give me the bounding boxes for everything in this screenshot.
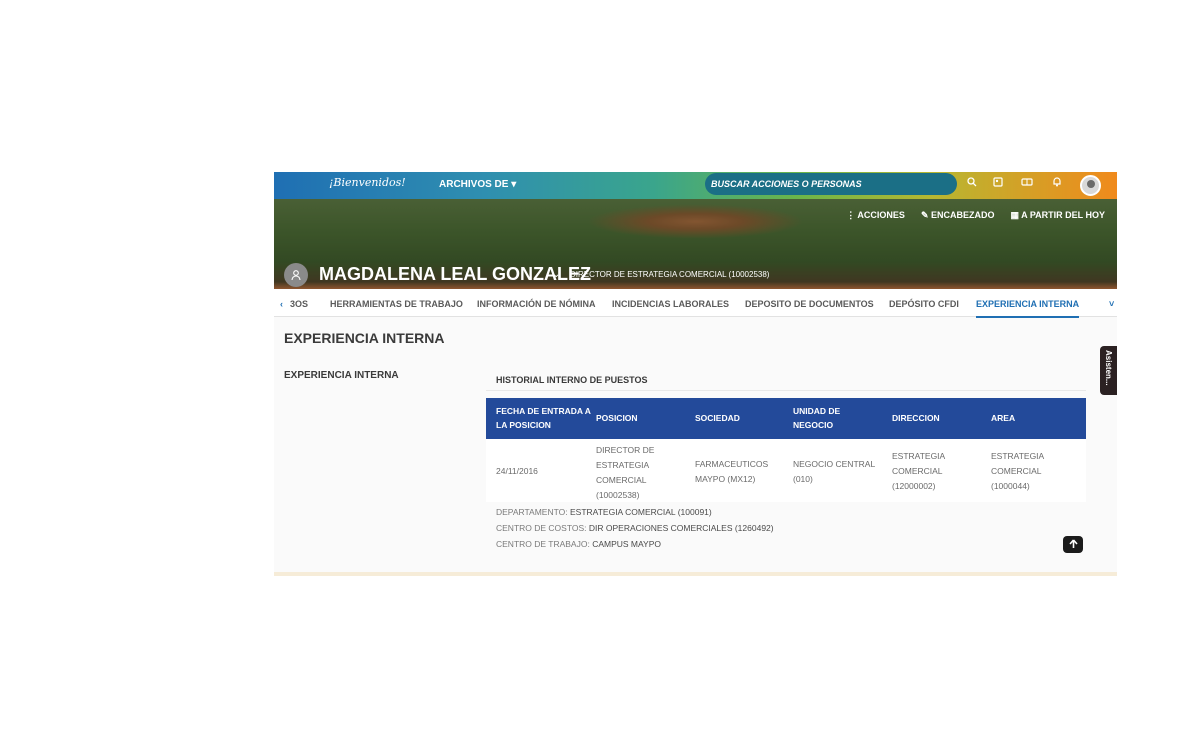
tab-cfdi[interactable]: DEPÓSITO CFDI: [889, 299, 959, 309]
acciones-button[interactable]: ⋮ ACCIONES: [846, 210, 905, 221]
employee-name[interactable]: MAGDALENA LEAL GONZALEZ: [319, 264, 591, 285]
table-header: FECHA DE ENTRADA A LA POSICION POSICION …: [486, 398, 1086, 439]
header-actions: ⋮ ACCIONES ✎ ENCABEZADO ▦ A PARTIR DEL H…: [846, 210, 1105, 221]
divider: [486, 390, 1086, 391]
search-icon[interactable]: [964, 176, 980, 194]
table-cell: ESTRATEGIA COMERCIAL (12000002): [892, 451, 945, 491]
date-filter-button[interactable]: ▦ A PARTIR DEL HOY: [1010, 210, 1105, 221]
page-title: EXPERIENCIA INTERNA: [284, 330, 445, 346]
column-header: UNIDAD DE NEGOCIO: [793, 406, 841, 430]
info-label: DEPARTAMENTO:: [496, 507, 568, 517]
welcome-logo[interactable]: ¡Bienvenidos!: [329, 176, 406, 189]
history-title: HISTORIAL INTERNO DE PUESTOS: [496, 375, 648, 385]
assistant-tab[interactable]: Asisten...: [1100, 346, 1117, 395]
top-bar: ¡Bienvenidos! ARCHIVOS DE ▾ BUSCAR ACCIO…: [274, 172, 1117, 199]
workplace-info: CENTRO DE TRABAJO: CAMPUS MAYPO: [496, 539, 661, 549]
section-tabs: ‹ 3OS HERRAMIENTAS DE TRABAJO INFORMACIÓ…: [274, 289, 1117, 318]
chevron-down-icon[interactable]: ⌄: [552, 269, 560, 280]
tab-experiencia-interna[interactable]: EXPERIENCIA INTERNA: [976, 299, 1080, 318]
column-header: FECHA DE ENTRADA A LA POSICION: [496, 406, 591, 430]
column-header: SOCIEDAD: [695, 413, 740, 423]
scroll-top-button[interactable]: [1063, 536, 1083, 553]
department-info: DEPARTAMENTO: ESTRATEGIA COMERCIAL (1000…: [496, 507, 712, 517]
info-value: CAMPUS MAYPO: [592, 539, 661, 549]
bell-icon[interactable]: [1049, 176, 1065, 194]
profile-header: ⋮ ACCIONES ✎ ENCABEZADO ▦ A PARTIR DEL H…: [274, 199, 1117, 289]
history-table: FECHA DE ENTRADA A LA POSICION POSICION …: [486, 398, 1086, 502]
table-cell: DIRECTOR DE ESTRATEGIA COMERCIAL (100025…: [596, 445, 655, 500]
contacts-icon[interactable]: [1019, 176, 1035, 194]
tab-previous[interactable]: 3OS: [290, 299, 308, 309]
table-cell: 24/11/2016: [496, 466, 538, 476]
tab-incidencias[interactable]: INCIDENCIAS LABORALES: [612, 299, 729, 309]
info-label: CENTRO DE COSTOS:: [496, 523, 587, 533]
person-icon: [284, 263, 308, 287]
info-value: ESTRATEGIA COMERCIAL (100091): [570, 507, 712, 517]
section-label: EXPERIENCIA INTERNA: [284, 370, 399, 381]
cost-center-info: CENTRO DE COSTOS: DIR OPERACIONES COMERC…: [496, 523, 774, 533]
column-header: POSICION: [596, 413, 638, 423]
tab-herramientas[interactable]: HERRAMIENTAS DE TRABAJO: [330, 299, 463, 309]
info-label: CENTRO DE TRABAJO:: [496, 539, 590, 549]
search-input[interactable]: BUSCAR ACCIONES O PERSONAS: [705, 173, 957, 195]
table-row: 24/11/2016 DIRECTOR DE ESTRATEGIA COMERC…: [486, 439, 1086, 502]
table-cell: ESTRATEGIA COMERCIAL (1000044): [991, 451, 1044, 491]
bottom-strip: [274, 572, 1117, 576]
app-frame: ¡Bienvenidos! ARCHIVOS DE ▾ BUSCAR ACCIO…: [274, 172, 1117, 576]
user-avatar[interactable]: [1080, 175, 1101, 196]
archivos-dropdown[interactable]: ARCHIVOS DE ▾: [439, 179, 516, 190]
search-placeholder: BUSCAR ACCIONES O PERSONAS: [711, 179, 862, 189]
chevron-left-icon[interactable]: ‹: [280, 299, 283, 309]
table-cell: FARMACEUTICOS MAYPO (MX12): [695, 459, 769, 484]
chevron-down-icon[interactable]: ˅: [1109, 299, 1114, 309]
tab-documentos[interactable]: DEPOSITO DE DOCUMENTOS: [745, 299, 874, 309]
table-cell: NEGOCIO CENTRAL (010): [793, 459, 875, 484]
column-header: AREA: [991, 413, 1016, 423]
info-value: DIR OPERACIONES COMERCIALES (1260492): [588, 523, 774, 533]
column-header: DIRECCION: [892, 413, 940, 423]
tab-nomina[interactable]: INFORMACIÓN DE NÓMINA: [477, 299, 596, 309]
assistant-label: Asisten...: [1104, 350, 1113, 386]
encabezado-button[interactable]: ✎ ENCABEZADO: [921, 210, 995, 221]
id-card-icon[interactable]: [990, 176, 1006, 194]
employee-role: DIRECTOR DE ESTRATEGIA COMERCIAL (100025…: [570, 270, 770, 279]
